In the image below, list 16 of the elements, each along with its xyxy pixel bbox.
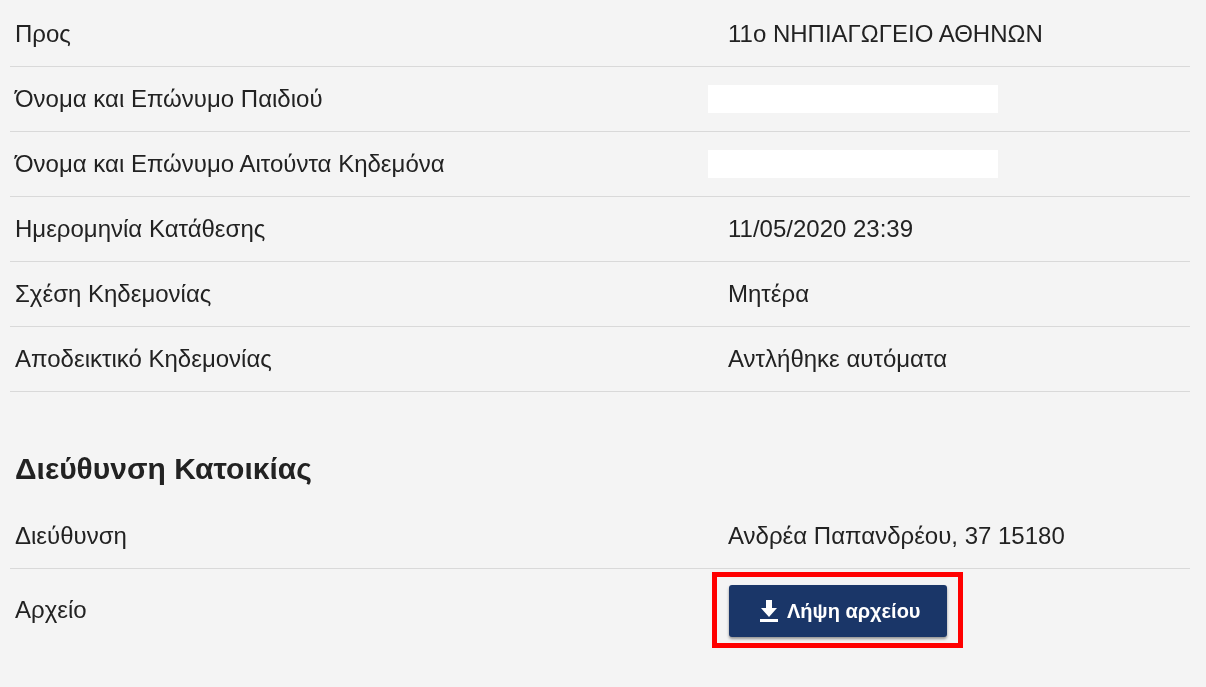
field-label: Ημερομηνία Κατάθεσης xyxy=(14,215,267,243)
field-label: Όνομα και Επώνυμο Αιτούντα Κηδεμόνα xyxy=(13,150,446,178)
field-label: Διεύθυνση xyxy=(14,522,128,550)
section-heading: Διεύθυνση Κατοικίας xyxy=(15,452,313,486)
download-button[interactable]: Λήψη αρχείου xyxy=(729,585,947,637)
field-value: Αντλήθηκε αυτόματα xyxy=(728,345,948,373)
field-value: Ανδρέα Παπανδρέου, 37 15180 xyxy=(728,522,1066,550)
download-icon xyxy=(759,600,779,622)
field-value: 11ο ΝΗΠΙΑΓΩΓΕΙΟ ΑΘΗΝΩΝ xyxy=(728,20,1044,48)
field-value: 11/05/2020 23:39 xyxy=(728,215,915,243)
field-label: Αρχείο xyxy=(14,596,88,624)
field-label: Αποδεικτικό Κηδεμονίας xyxy=(14,345,273,373)
field-label: Όνομα και Επώνυμο Παιδιού xyxy=(13,85,324,113)
field-label: Προς xyxy=(14,20,72,48)
field-label: Σχέση Κηδεμονίας xyxy=(14,280,213,308)
field-value: Μητέρα xyxy=(728,280,811,308)
